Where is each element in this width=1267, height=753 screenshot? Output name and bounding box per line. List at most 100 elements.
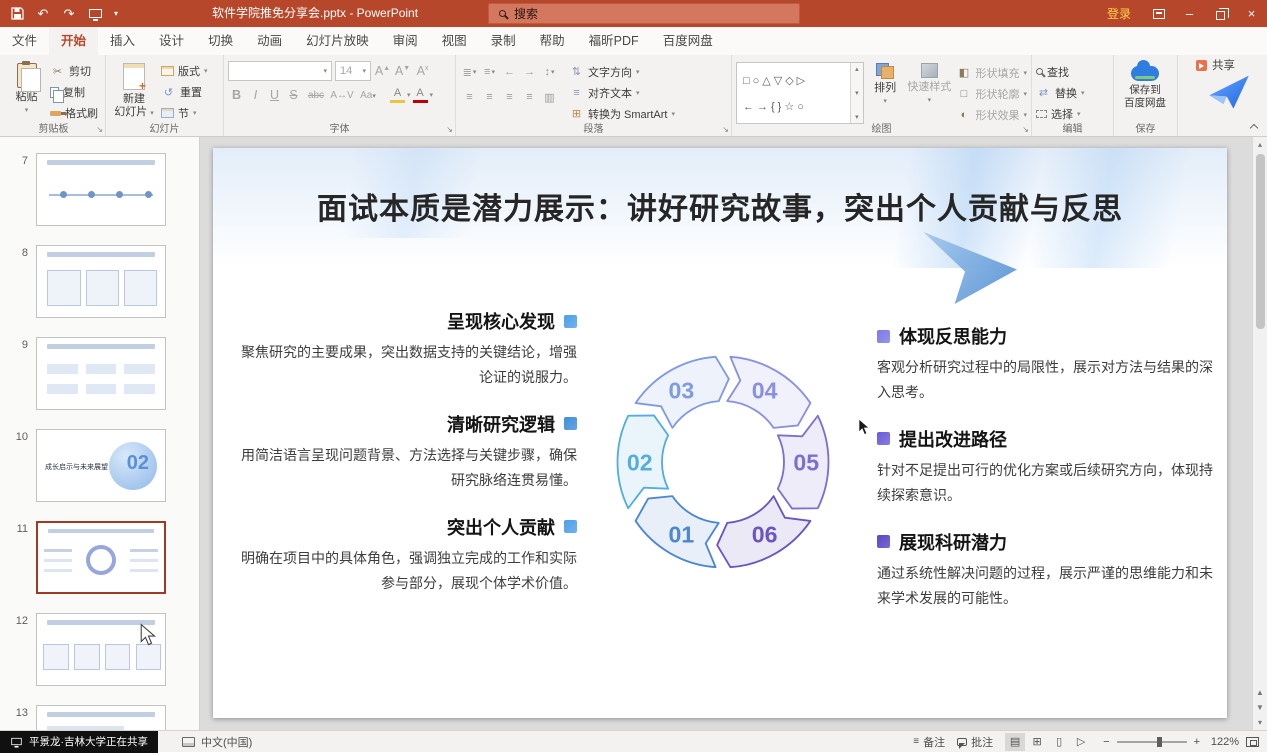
align-left-button[interactable]: ≡	[460, 88, 479, 107]
scroll-up-button[interactable]: ▴	[1253, 137, 1267, 152]
drawing-dialog-launcher[interactable]: ↘	[1022, 125, 1029, 134]
point-item[interactable]: 清晰研究逻辑用简洁语言呈现问题背景、方法选择与关键步骤，确保研究脉络连贯易懂。	[241, 411, 577, 493]
increase-font-size-button[interactable]: A▲	[374, 64, 391, 78]
tab-review[interactable]: 审阅	[381, 27, 430, 55]
tab-record[interactable]: 录制	[479, 27, 528, 55]
slide-title[interactable]: 面试本质是潜力展示：讲好研究故事，突出个人贡献与反思	[213, 184, 1227, 228]
highlight-color-dropdown[interactable]: ▾	[407, 91, 411, 99]
zoom-in-button[interactable]: +	[1194, 736, 1200, 748]
clipboard-dialog-launcher[interactable]: ↘	[96, 125, 103, 134]
clear-formatting-button[interactable]: Ax	[414, 64, 431, 78]
tab-insert[interactable]: 插入	[98, 27, 147, 55]
search-box[interactable]: 搜索	[488, 3, 800, 24]
underline-button[interactable]: U	[266, 88, 283, 102]
tab-help[interactable]: 帮助	[528, 27, 577, 55]
strikethrough-button[interactable]: S	[285, 88, 302, 102]
tab-view[interactable]: 视图	[430, 27, 479, 55]
replace-button[interactable]: ⇄替换▾	[1036, 83, 1085, 102]
character-spacing-button[interactable]: A↔V	[330, 90, 354, 101]
find-button[interactable]: 查找	[1036, 62, 1085, 81]
zoom-level[interactable]: 122%	[1207, 736, 1239, 748]
reset-button[interactable]: ↺重置	[158, 82, 211, 102]
shape-outline-button[interactable]: □形状轮廓▾	[956, 84, 1027, 103]
font-dialog-launcher[interactable]: ↘	[446, 125, 453, 134]
shape-fill-button[interactable]: ◧形状填充▾	[956, 63, 1027, 82]
vertical-scrollbar[interactable]: ▴ ▲ ▼ ▾	[1252, 137, 1267, 730]
align-center-button[interactable]: ≡	[480, 88, 499, 107]
sharing-indicator[interactable]: 平景龙·吉林大学正在共享	[0, 731, 158, 753]
scroll-down-button[interactable]: ▾	[1253, 715, 1267, 730]
increase-indent-button[interactable]: →	[520, 63, 539, 82]
tab-slideshow[interactable]: 幻灯片放映	[294, 27, 381, 55]
copy-button[interactable]: 复制	[47, 82, 101, 102]
change-case-button[interactable]: Aa▾	[356, 90, 380, 101]
restore-button[interactable]	[1205, 0, 1236, 27]
slideshow-view-button[interactable]: ▷	[1071, 733, 1091, 751]
font-size-select[interactable]: 14▾	[335, 61, 371, 81]
notes-button[interactable]: ≡备注	[913, 734, 945, 750]
tab-home[interactable]: 开始	[49, 27, 98, 55]
slide-thumbnail-11[interactable]	[36, 521, 166, 594]
login-button[interactable]: 登录	[1095, 0, 1143, 27]
reading-view-button[interactable]: ▯	[1049, 733, 1069, 751]
fit-to-window-button[interactable]	[1246, 737, 1259, 747]
shape-gallery-scrollbar[interactable]: ▴▾▾	[850, 63, 863, 123]
numbering-button[interactable]: ≡▾	[480, 63, 499, 82]
redo-button[interactable]: ↷	[56, 0, 82, 27]
align-right-button[interactable]: ≡	[500, 88, 519, 107]
comments-button[interactable]: 批注	[957, 734, 993, 750]
zoom-slider-thumb[interactable]	[1157, 737, 1162, 747]
normal-view-button[interactable]: ▤	[1005, 733, 1025, 751]
tab-transitions[interactable]: 切换	[196, 27, 245, 55]
decrease-indent-button[interactable]: ←	[500, 63, 519, 82]
close-button[interactable]: ×	[1236, 0, 1267, 27]
columns-button[interactable]: ▥	[540, 88, 559, 107]
text-direction-button[interactable]: ⇅文字方向▾	[569, 62, 675, 81]
start-slideshow-button[interactable]	[82, 0, 108, 27]
point-item[interactable]: 体现反思能力客观分析研究过程中的局限性，展示对方法与结果的深入思考。	[877, 323, 1217, 405]
tab-baidu-netdisk[interactable]: 百度网盘	[651, 27, 725, 55]
tab-foxit-pdf[interactable]: 福昕PDF	[577, 27, 651, 55]
highlight-color-button[interactable]: A	[390, 87, 405, 102]
cycle-diagram[interactable]: 010203040506	[575, 314, 871, 610]
slide-thumbnail-9[interactable]	[36, 337, 166, 410]
bold-button[interactable]: B	[228, 88, 245, 102]
text-shadow-button[interactable]: abc	[304, 90, 328, 101]
scrollbar-thumb[interactable]	[1256, 154, 1265, 329]
tab-design[interactable]: 设计	[147, 27, 196, 55]
undo-button[interactable]: ↶	[30, 0, 56, 27]
ribbon-display-options-button[interactable]	[1143, 0, 1174, 27]
font-color-dropdown[interactable]: ▾	[430, 91, 434, 99]
zoom-slider[interactable]	[1117, 741, 1187, 743]
italic-button[interactable]: I	[247, 88, 264, 102]
next-slide-button[interactable]: ▼	[1253, 700, 1267, 715]
shape-gallery[interactable]: □○△▽◇▷ ←→{}☆○ ▴▾▾	[736, 62, 864, 124]
font-color-button[interactable]: A	[413, 87, 428, 102]
current-slide[interactable]: 面试本质是潜力展示：讲好研究故事，突出个人贡献与反思 呈现核心发现聚焦研究的主要…	[213, 148, 1227, 718]
decrease-font-size-button[interactable]: A▼	[394, 64, 411, 78]
point-item[interactable]: 呈现核心发现聚焦研究的主要成果，突出数据支持的关键结论，增强论证的说服力。	[241, 308, 577, 390]
point-item[interactable]: 突出个人贡献明确在项目中的具体角色，强调独立完成的工作和实际参与部分，展现个体学…	[241, 514, 577, 596]
slide-thumbnail-13[interactable]	[36, 705, 166, 730]
slide-thumbnail-7[interactable]	[36, 153, 166, 226]
slide-thumbnail-10[interactable]: 02成长启示与未来展望	[36, 429, 166, 502]
align-text-button[interactable]: ≡对齐文本▾	[569, 83, 675, 102]
zoom-out-button[interactable]: −	[1103, 736, 1109, 748]
point-item[interactable]: 展现科研潜力通过系统性解决问题的过程，展示严谨的思维能力和未来学术发展的可能性。	[877, 529, 1217, 611]
minimize-button[interactable]: –	[1174, 0, 1205, 27]
language-indicator[interactable]: 中文(中国)	[182, 734, 252, 750]
slide-thumbnail-8[interactable]	[36, 245, 166, 318]
left-points-column[interactable]: 呈现核心发现聚焦研究的主要成果，突出数据支持的关键结论，增强论证的说服力。清晰研…	[241, 308, 577, 616]
save-button[interactable]	[4, 0, 30, 27]
paste-button[interactable]: 粘贴▾	[6, 58, 47, 121]
paragraph-dialog-launcher[interactable]: ↘	[722, 125, 729, 134]
line-spacing-button[interactable]: ↕▾	[540, 63, 559, 82]
right-points-column[interactable]: 体现反思能力客观分析研究过程中的局限性，展示对方法与结果的深入思考。提出改进路径…	[877, 323, 1217, 631]
save-to-baidu-button[interactable]: 保存到百度网盘	[1118, 58, 1172, 121]
bullets-button[interactable]: ≣▾	[460, 63, 479, 82]
new-slide-button[interactable]: 新建幻灯片 ▾	[110, 58, 158, 121]
collapse-ribbon-button[interactable]	[1247, 120, 1261, 132]
font-name-select[interactable]: ▾	[228, 61, 332, 81]
previous-slide-button[interactable]: ▲	[1253, 685, 1267, 700]
point-item[interactable]: 提出改进路径针对不足提出可行的优化方案或后续研究方向，体现持续探索意识。	[877, 426, 1217, 508]
